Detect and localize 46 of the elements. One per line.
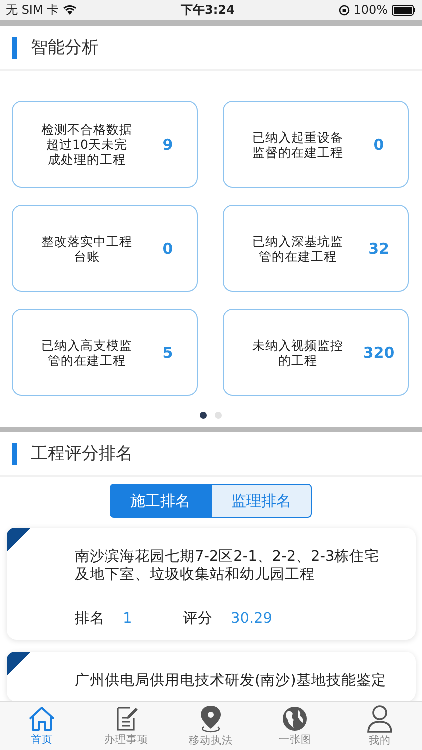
stat-card[interactable]: 已纳入起重设备监督的在建工程 0 [223, 101, 409, 188]
stat-value: 0 [372, 136, 386, 154]
stat-label: 检测不合格数据超过10天未完成处理的工程 [41, 122, 133, 167]
rotation-lock-icon [338, 4, 350, 16]
page-dot[interactable] [200, 412, 207, 419]
section-title: 工程评分排名 [31, 443, 133, 465]
stat-value: 0 [162, 240, 174, 258]
stat-label: 已纳入高支模监管的在建工程 [41, 338, 133, 368]
stat-label: 已纳入深基坑监管的在建工程 [252, 234, 344, 264]
section-marker [12, 36, 17, 58]
section-title: 智能分析 [31, 37, 99, 59]
corner-flag-icon [7, 652, 31, 676]
stat-label: 已纳入起重设备监督的在建工程 [252, 130, 344, 160]
stat-label: 未纳入视频监控的工程 [252, 338, 344, 368]
ranking-tab[interactable]: 监理排名 [211, 484, 312, 518]
ranking-tab[interactable]: 施工排名 [110, 484, 211, 518]
stat-card[interactable]: 已纳入高支模监管的在建工程 5 [12, 309, 198, 396]
nav-tab[interactable]: 首页 [7, 706, 78, 746]
stat-card[interactable]: 未纳入视频监控的工程 320 [223, 309, 409, 396]
carrier-text: 无 SIM 卡 [6, 2, 60, 18]
score-value: 30.29 [231, 610, 273, 626]
rank-value: 1 [123, 610, 134, 626]
project-name: 南沙滨海花园七期7-2区2-1、2-2、2-3栋住宅及地下室、垃圾收集站和幼儿园工程 [75, 548, 381, 584]
wifi-icon [63, 4, 78, 16]
corner-flag-icon [7, 528, 31, 552]
stat-card[interactable]: 检测不合格数据超过10天未完成处理的工程 9 [12, 101, 198, 188]
project-card[interactable]: 南沙滨海花园七期7-2区2-1、2-2、2-3栋住宅及地下室、垃圾收集站和幼儿园工程 排名 1 评分 30.29 [7, 528, 416, 640]
globe-icon [282, 706, 308, 732]
project-card[interactable]: 广州供电局供用电技术研发(南沙)基地技能鉴定 [7, 652, 416, 701]
stat-value: 32 [368, 240, 390, 258]
home-icon [28, 706, 56, 732]
stat-card[interactable]: 整改落实中工程台账 0 [12, 205, 198, 292]
page-dot[interactable] [215, 412, 222, 419]
rank-label: 排名 [75, 610, 105, 628]
battery-icon [392, 4, 416, 16]
user-icon [366, 704, 393, 732]
project-name: 广州供电局供用电技术研发(南沙)基地技能鉴定 [75, 672, 388, 690]
stat-value: 9 [162, 136, 174, 154]
score-label: 评分 [183, 610, 213, 628]
stat-card[interactable]: 已纳入深基坑监管的在建工程 32 [223, 205, 409, 292]
section-marker [12, 442, 17, 464]
stat-value: 320 [362, 344, 396, 362]
time-text: 下午3:24 [180, 2, 236, 18]
battery-text: 100% [354, 3, 388, 17]
stat-value: 5 [162, 344, 174, 362]
stat-label: 整改落实中工程台账 [41, 234, 133, 264]
